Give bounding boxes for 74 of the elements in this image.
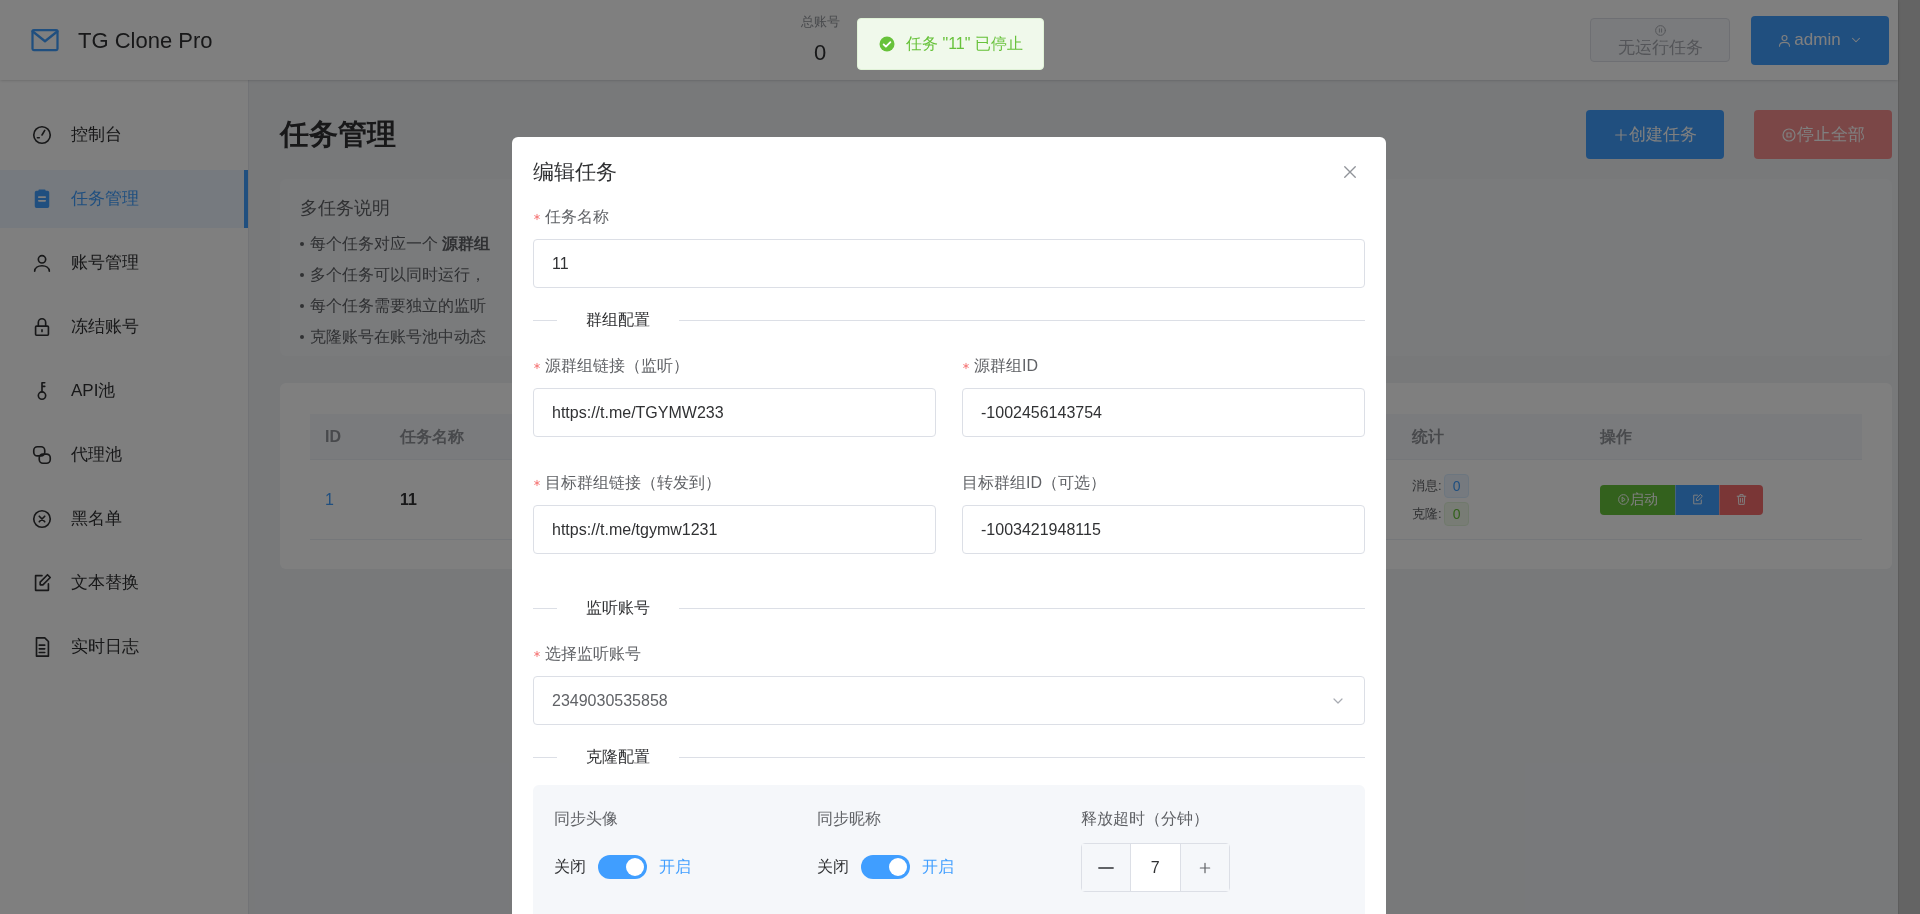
gauge-icon xyxy=(31,124,53,146)
app-title: TG Clone Pro xyxy=(78,26,213,55)
sidebar-item[interactable]: 代理池 xyxy=(0,426,248,484)
input-field[interactable]: https://t.me/TGYMW233 xyxy=(533,388,936,437)
switch-off-label: 关闭 xyxy=(817,857,850,877)
info-line: 多个任务可以同时运行， xyxy=(310,265,486,285)
sidebar-item[interactable]: 账号管理 xyxy=(0,234,248,292)
section-title: 群组配置 xyxy=(585,310,651,330)
play-circle-icon xyxy=(1617,493,1630,506)
close-circle-icon xyxy=(31,508,53,530)
sidebar-item[interactable]: 控制台 xyxy=(0,106,248,164)
field-label: 目标群组ID（可选） xyxy=(962,473,1106,493)
stat-label: 消息: xyxy=(1412,476,1442,495)
input-field[interactable]: 11 xyxy=(533,239,1365,288)
delete-button[interactable] xyxy=(1719,484,1763,515)
field-label: 目标群组链接（转发到） xyxy=(545,473,721,493)
toggle-switch[interactable] xyxy=(598,855,647,879)
input-field[interactable]: -1003421948115 xyxy=(962,505,1365,554)
bullet-icon xyxy=(300,303,304,308)
select-field[interactable]: 2349030535858 xyxy=(533,676,1365,725)
page-title: 任务管理 xyxy=(280,116,397,152)
scrollbar[interactable] xyxy=(1898,0,1920,914)
plus-icon xyxy=(1613,126,1629,143)
sidebar-item[interactable]: API池 xyxy=(0,362,248,420)
stop-circle-icon xyxy=(1781,126,1797,143)
setting-label: 同步昵称 xyxy=(817,809,883,829)
section-title: 克隆配置 xyxy=(585,747,651,767)
switch-on-label: 开启 xyxy=(659,857,691,877)
table-cell-text: 1 xyxy=(325,489,334,510)
info-line: 克隆账号在账号池中动态 xyxy=(310,327,486,347)
switch-on-label: 开启 xyxy=(922,857,955,877)
info-line: 每个任务需要独立的监听 xyxy=(310,296,486,316)
toast-text: 任务 "11" 已停止 xyxy=(906,34,1023,54)
switch-off-label: 关闭 xyxy=(554,857,586,877)
field-label: 选择监听账号 xyxy=(545,644,641,664)
section-title: 监听账号 xyxy=(585,598,651,618)
bullet-icon xyxy=(300,241,304,246)
sidebar-item[interactable]: 冻结账号 xyxy=(0,298,248,356)
edit-icon xyxy=(1691,493,1704,506)
close-button[interactable] xyxy=(1341,163,1359,181)
setting-label: 释放超时（分钟） xyxy=(1080,809,1210,829)
close-icon xyxy=(1341,163,1359,181)
toggle-switch[interactable] xyxy=(861,855,911,879)
setting-label: 同步头像 xyxy=(554,809,619,829)
sidebar-item[interactable]: 文本替换 xyxy=(0,554,248,612)
link-icon xyxy=(31,444,53,466)
pause-icon xyxy=(1653,24,1667,37)
field-label: 源群组链接（监听） xyxy=(545,356,689,376)
user-icon xyxy=(1777,32,1793,48)
table-cell-text: 11 xyxy=(400,489,417,510)
minus-icon xyxy=(1097,865,1114,870)
number-stepper[interactable]: 7 xyxy=(1080,843,1230,892)
info-line: 每个任务对应一个 源群组 xyxy=(310,234,491,254)
decrement-button[interactable] xyxy=(1081,844,1131,891)
sidebar-item[interactable]: 实时日志 xyxy=(0,618,248,676)
input-field[interactable]: -1002456143754 xyxy=(962,388,1365,437)
field-label: 任务名称 xyxy=(545,207,609,227)
count-tag: 0 xyxy=(1443,473,1470,498)
field-label: 源群组ID xyxy=(974,356,1038,376)
stepper-value: 7 xyxy=(1149,857,1161,878)
sidebar-item[interactable]: 黑名单 xyxy=(0,490,248,548)
stat-label: 克隆: xyxy=(1412,504,1442,523)
dialog-title: 编辑任务 xyxy=(533,159,617,186)
bullet-icon xyxy=(300,272,304,277)
count-tag: 0 xyxy=(1443,501,1470,526)
input-field[interactable]: https://t.me/tgymw1231 xyxy=(533,505,936,554)
stat-value: 0 xyxy=(813,38,827,67)
bullet-icon xyxy=(300,334,304,339)
check-circle-icon xyxy=(878,35,896,53)
trash-icon xyxy=(1735,493,1748,506)
user-icon xyxy=(31,252,53,274)
info-title: 多任务说明 xyxy=(300,197,390,220)
increment-button[interactable] xyxy=(1179,844,1229,891)
edit-button[interactable] xyxy=(1675,484,1719,515)
